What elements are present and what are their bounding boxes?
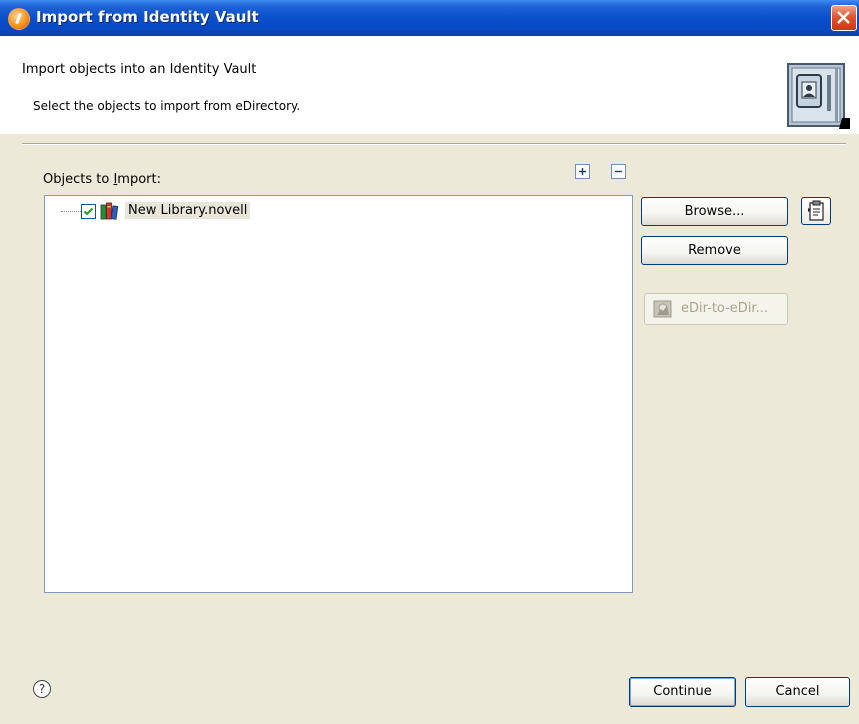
edir-to-edir-button[interactable]: eDir-to-eDir...	[644, 293, 788, 325]
tree-connector	[61, 211, 81, 212]
clipboard-icon	[808, 200, 824, 221]
help-icon[interactable]: ?	[33, 680, 51, 698]
page-subtitle: Select the objects to import from eDirec…	[33, 99, 301, 113]
close-icon	[837, 11, 850, 24]
item-checkbox[interactable]	[81, 204, 96, 219]
continue-button[interactable]: Continue	[629, 677, 736, 707]
window-title: Import from Identity Vault	[36, 8, 259, 26]
title-bar: Import from Identity Vault	[0, 0, 859, 36]
remove-button[interactable]: Remove	[641, 236, 788, 265]
tree-item[interactable]: New Library.novell	[45, 200, 305, 222]
checkmark-icon	[83, 207, 94, 216]
edir-icon	[653, 300, 672, 318]
header-separator	[22, 143, 846, 145]
app-icon	[8, 8, 30, 30]
browse-options-button[interactable]	[801, 197, 831, 225]
objects-to-import-label: Objects to Import:	[43, 172, 161, 187]
browse-button[interactable]: Browse...	[641, 197, 788, 226]
close-button[interactable]	[831, 5, 857, 31]
identity-vault-icon	[787, 63, 850, 129]
tree-item-label[interactable]: New Library.novell	[125, 202, 251, 219]
objects-tree[interactable]: New Library.novell	[44, 195, 633, 593]
page-heading: Import objects into an Identity Vault	[22, 62, 257, 77]
cancel-button[interactable]: Cancel	[745, 677, 850, 707]
header-banner	[0, 36, 859, 134]
expand-all-icon	[579, 168, 586, 175]
collapse-all-icon	[615, 170, 622, 173]
library-books-icon	[100, 202, 119, 220]
collapse-all-button[interactable]	[611, 164, 626, 179]
edir-button-label: eDir-to-eDir...	[681, 301, 768, 316]
expand-all-button[interactable]	[575, 164, 590, 179]
